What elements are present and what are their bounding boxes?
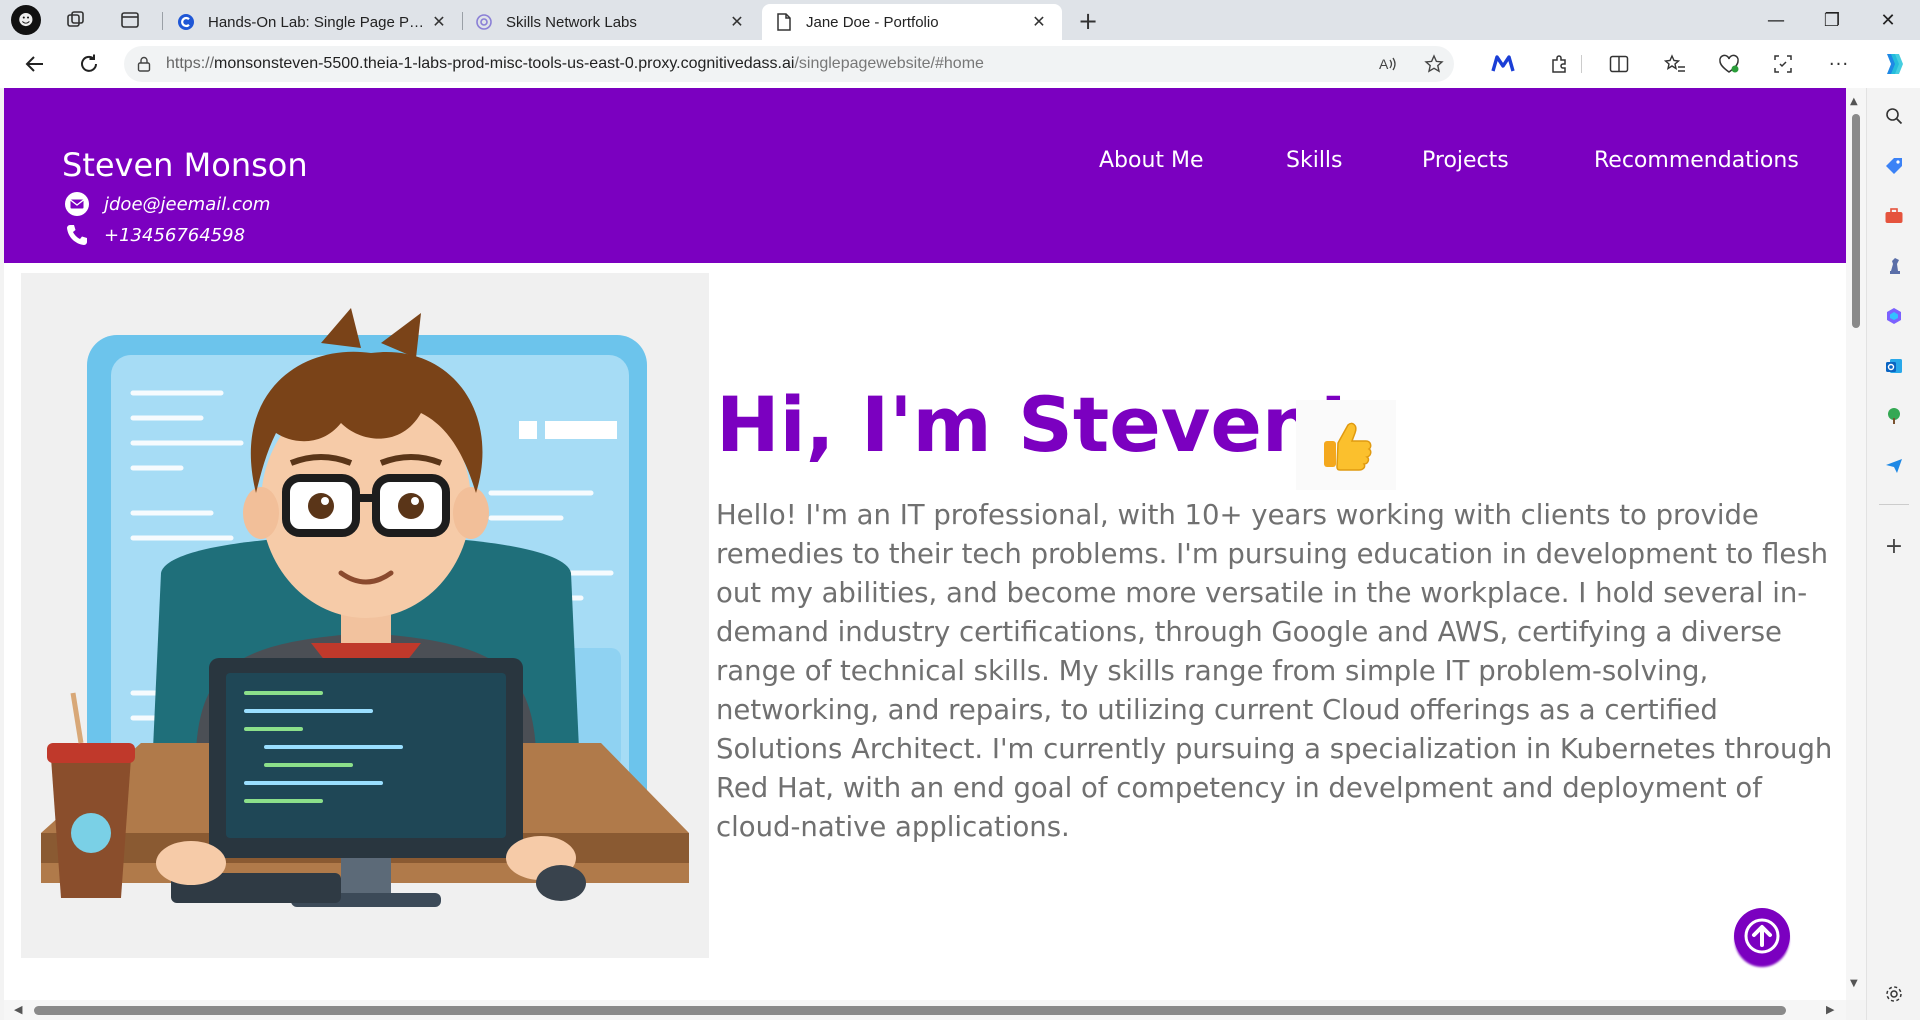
malwarebytes-extension-icon[interactable] — [1486, 48, 1520, 80]
refresh-icon — [81, 54, 97, 72]
tab-skills-network[interactable]: Skills Network Labs ✕ — [462, 4, 760, 40]
tab-strip: ☻ Hands-On Lab: Single Page Portf ✕ Skil… — [0, 0, 1920, 40]
horizontal-scroll-thumb[interactable] — [34, 1006, 1786, 1015]
tab-actions-button[interactable] — [112, 4, 148, 36]
vertical-scrollbar[interactable]: ▲ ▼ — [1846, 88, 1866, 1000]
phone-text[interactable]: +13456764598 — [104, 225, 245, 246]
contact-phone[interactable]: +13456764598 — [64, 221, 245, 249]
site-owner-name: Steven Monson — [62, 146, 308, 184]
extensions-puzzle-icon[interactable] — [1542, 48, 1576, 80]
tree-icon[interactable] — [1878, 400, 1910, 432]
nav-link-projects[interactable]: Projects — [1422, 148, 1509, 173]
scroll-left-icon[interactable]: ◀ — [14, 1003, 22, 1016]
tab-title: Skills Network Labs — [506, 13, 637, 31]
back-to-top-button[interactable] — [1734, 908, 1790, 964]
nav-link-recommendations[interactable]: Recommendations — [1594, 148, 1799, 173]
settings-gear-icon[interactable] — [1878, 978, 1910, 1010]
back-button[interactable] — [18, 48, 52, 80]
close-tab-icon[interactable]: ✕ — [726, 12, 748, 32]
url-scheme: https:// — [166, 55, 215, 72]
outlook-icon[interactable] — [1878, 350, 1910, 382]
workspaces-icon — [67, 11, 84, 27]
microsoft-365-icon[interactable] — [1878, 300, 1910, 332]
copilot-icon[interactable] — [1876, 48, 1910, 80]
reload-button[interactable] — [72, 48, 106, 80]
close-tab-icon[interactable]: ✕ — [1028, 12, 1050, 32]
screenshot-icon[interactable] — [1766, 48, 1800, 80]
hero-developer-illustration — [21, 273, 709, 958]
skills-network-icon — [474, 12, 494, 32]
toolbar-separator — [1574, 48, 1588, 80]
more-options-icon[interactable]: ··· — [1822, 48, 1856, 80]
arrow-left-icon — [25, 56, 43, 72]
tab-separator — [162, 12, 163, 30]
restore-window-button[interactable]: ❐ — [1804, 0, 1860, 40]
horizontal-scrollbar[interactable]: ◀ ▶ — [4, 1000, 1846, 1020]
tab-title: Jane Doe - Portfolio — [806, 13, 939, 31]
add-sidebar-app-icon[interactable]: + — [1878, 530, 1910, 562]
scroll-up-icon[interactable]: ▲ — [1850, 96, 1858, 107]
phone-icon — [64, 222, 90, 248]
tab-hands-on-lab[interactable]: Hands-On Lab: Single Page Portf ✕ — [164, 4, 462, 40]
favorites-list-icon[interactable] — [1658, 48, 1692, 80]
read-aloud-icon[interactable]: A — [1372, 48, 1404, 80]
new-tab-button[interactable]: + — [1072, 6, 1104, 36]
envelope-icon — [64, 191, 90, 217]
tools-briefcase-icon[interactable] — [1878, 200, 1910, 232]
profile-button[interactable]: ☻ — [8, 4, 44, 36]
tab-portfolio-active[interactable]: Jane Doe - Portfolio ✕ — [762, 4, 1062, 40]
tab-title: Hands-On Lab: Single Page Portf — [208, 13, 428, 31]
nav-link-about-me[interactable]: About Me — [1099, 148, 1204, 173]
svg-text:A: A — [1379, 56, 1389, 72]
close-tab-icon[interactable]: ✕ — [428, 12, 450, 32]
scroll-right-icon[interactable]: ▶ — [1826, 1003, 1834, 1016]
lock-icon[interactable] — [124, 56, 164, 72]
sidebar-separator — [1879, 504, 1909, 505]
hero-bio-paragraph: Hello! I'm an IT professional, with 10+ … — [716, 499, 1833, 843]
close-window-button[interactable]: ✕ — [1860, 0, 1916, 40]
minimize-window-button[interactable]: — — [1748, 0, 1804, 40]
url-text[interactable]: https://monsonsteven-5500.theia-1-labs-p… — [164, 55, 984, 73]
send-paper-plane-icon[interactable] — [1878, 450, 1910, 482]
arrow-up-icon — [1744, 918, 1780, 954]
vertical-tabs-icon — [121, 12, 139, 28]
page-icon — [774, 12, 794, 32]
browser-toolbar: https://monsonsteven-5500.theia-1-labs-p… — [0, 40, 1920, 88]
site-header: Steven Monson jdoe@jeemail.com +13456764… — [4, 88, 1846, 263]
scroll-down-icon[interactable]: ▼ — [1850, 978, 1858, 989]
thumbs-up-icon — [1296, 400, 1396, 490]
hero-greeting: Hi, I'm Steven! — [716, 380, 1351, 469]
contact-email[interactable]: jdoe@jeemail.com — [64, 190, 270, 218]
address-bar[interactable]: https://monsonsteven-5500.theia-1-labs-p… — [124, 46, 1454, 82]
profile-avatar-icon: ☻ — [11, 5, 41, 35]
email-text[interactable]: jdoe@jeemail.com — [104, 194, 270, 215]
coursera-c-icon — [176, 12, 196, 32]
workspaces-button[interactable] — [58, 4, 94, 36]
favorite-star-icon[interactable] — [1418, 48, 1450, 80]
url-path: /singlepagewebsite/#home — [794, 55, 984, 72]
games-chess-icon[interactable] — [1878, 250, 1910, 282]
split-screen-icon[interactable] — [1602, 48, 1636, 80]
search-icon[interactable] — [1878, 100, 1910, 132]
browser-essentials-icon[interactable] — [1712, 48, 1746, 80]
url-host: monsonsteven-5500.theia-1-labs-prod-misc… — [214, 55, 795, 72]
shopping-tag-icon[interactable] — [1878, 150, 1910, 182]
nav-link-skills[interactable]: Skills — [1286, 148, 1343, 173]
edge-sidebar: + — [1866, 88, 1920, 1020]
page-viewport: Steven Monson jdoe@jeemail.com +13456764… — [4, 88, 1846, 1000]
vertical-scroll-thumb[interactable] — [1852, 114, 1860, 328]
